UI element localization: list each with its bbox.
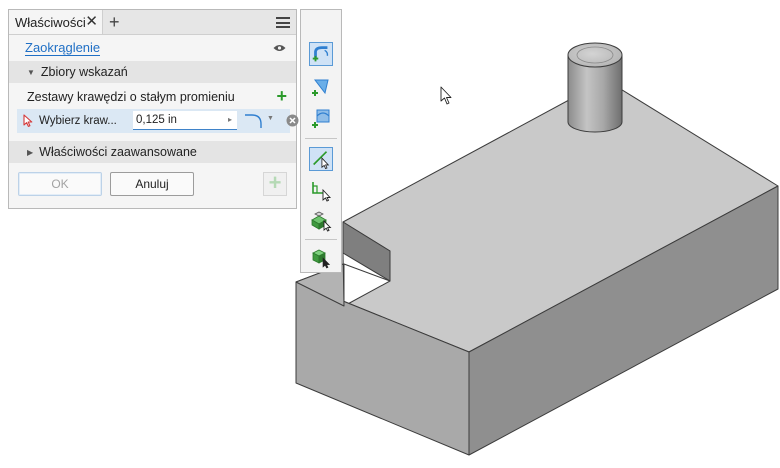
expand-triangle-icon[interactable]: ▶ <box>27 148 33 157</box>
loop-select-icon[interactable] <box>309 178 333 202</box>
add-tab-icon[interactable]: + <box>109 11 120 33</box>
solid-select-icon[interactable] <box>309 245 333 269</box>
feature-name-field[interactable]: Zaokrąglenie <box>25 41 101 56</box>
fillet-face-icon[interactable] <box>309 74 333 98</box>
section-input-sets[interactable]: ▼ Zbiory wskazań <box>9 61 296 83</box>
cancel-button[interactable]: Anuluj <box>110 172 194 196</box>
edge-sets-label: Zestawy krawędzi o stałym promieniu <box>27 90 235 104</box>
panel-menu-icon[interactable] <box>276 17 290 28</box>
section-input-sets-label: Zbiory wskazań <box>40 65 128 79</box>
section-advanced-label: Właściwości zaawansowane <box>39 145 197 159</box>
radius-input[interactable]: 0,125 in ▸ <box>133 111 237 130</box>
ok-button[interactable]: OK <box>18 172 102 196</box>
radius-value[interactable]: 0,125 in <box>136 114 177 126</box>
fillet-profile-icon[interactable] <box>244 113 264 129</box>
panel-button-row: OK Anuluj + <box>9 163 296 203</box>
apply-plus-button[interactable]: + <box>263 172 287 196</box>
profile-dropdown-icon[interactable]: ▼ <box>267 115 274 122</box>
remove-set-icon[interactable] <box>286 114 299 127</box>
panel-tab-bar: Właściwości ✕ + <box>9 10 296 35</box>
full-round-fillet-icon[interactable] <box>309 106 333 130</box>
edge-select-icon[interactable] <box>309 147 333 171</box>
tab-properties[interactable]: Właściwości ✕ <box>9 10 103 34</box>
selection-mini-toolbar <box>300 9 342 273</box>
block-part[interactable] <box>295 79 779 456</box>
properties-panel: Właściwości ✕ + Zaokrąglenie ▼ Zbiory ws… <box>8 9 299 209</box>
radius-menu-arrow-icon[interactable]: ▸ <box>228 115 232 124</box>
cylinder-boss[interactable] <box>567 42 623 133</box>
feature-select-icon[interactable] <box>309 208 333 232</box>
edge-selection-row[interactable]: Wybierz kraw... 0,125 in ▸ ▼ <box>17 109 299 133</box>
feature-name-row: Zaokrąglenie <box>9 35 296 61</box>
tab-properties-label: Właściwości <box>15 14 86 30</box>
select-edges-label[interactable]: Wybierz kraw... <box>39 115 117 127</box>
visibility-eye-icon[interactable] <box>273 44 286 52</box>
collapse-triangle-icon[interactable]: ▼ <box>27 68 35 77</box>
mouse-cursor <box>440 86 452 105</box>
fillet-edge-icon[interactable] <box>309 42 333 66</box>
edge-sets-row: Zestawy krawędzi o stałym promieniu + <box>9 83 296 109</box>
select-arrow-icon[interactable] <box>23 114 33 127</box>
add-edge-set-icon[interactable]: + <box>276 87 287 105</box>
section-advanced[interactable]: ▶ Właściwości zaawansowane <box>9 141 296 163</box>
close-tab-icon[interactable]: ✕ <box>85 13 98 31</box>
